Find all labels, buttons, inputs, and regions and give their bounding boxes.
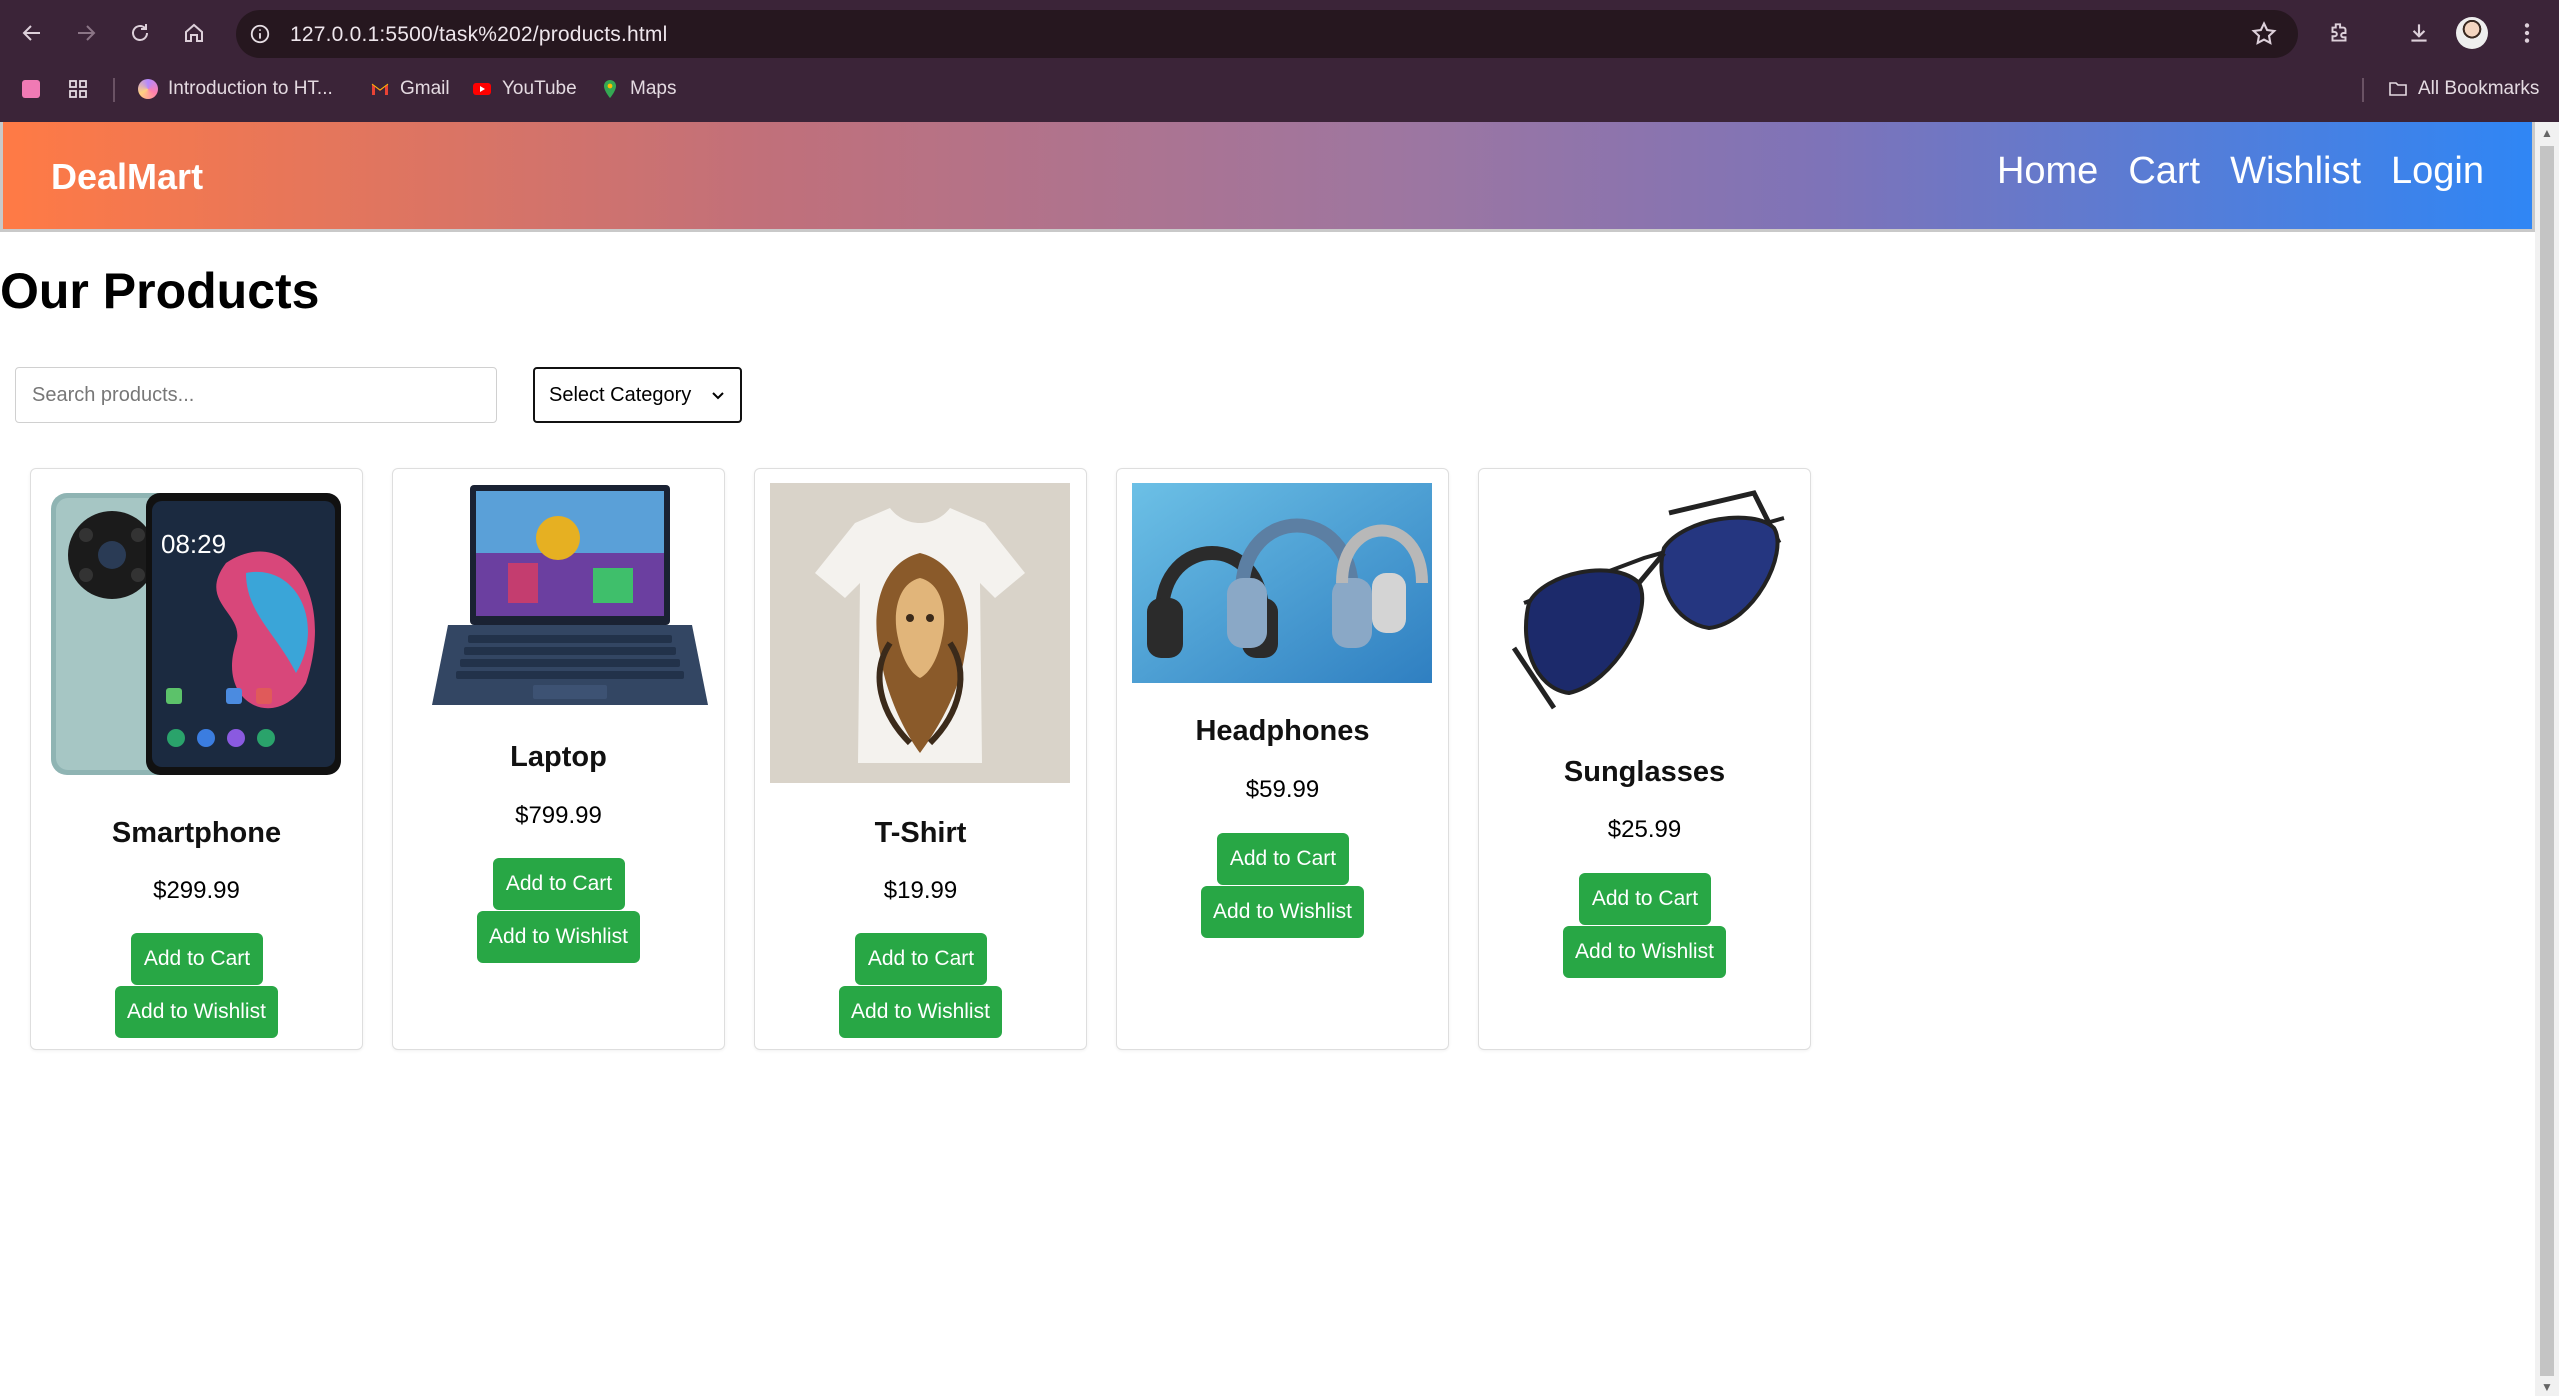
site-brand[interactable]: DealMart [51,156,203,198]
profile-avatar[interactable] [2456,17,2488,49]
site-info-icon[interactable] [246,20,274,48]
product-card-tshirt: T-Shirt $19.99 Add to Cart Add to Wishli… [754,468,1087,1050]
add-to-cart-button[interactable]: Add to Cart [493,858,625,910]
add-to-wishlist-button[interactable]: Add to Wishlist [1201,886,1364,938]
back-icon[interactable] [14,15,50,51]
svg-text:08:29: 08:29 [161,529,226,559]
product-price: $799.99 [515,802,602,829]
bookmark-separator [2362,78,2364,102]
add-to-wishlist-button[interactable]: Add to Wishlist [115,986,278,1038]
url-text[interactable]: 127.0.0.1:5500/task%202/products.html [290,23,667,47]
chevron-down-icon [712,392,724,400]
bookmark-star-icon[interactable] [2250,20,2278,48]
product-card-laptop: Laptop $799.99 Add to Cart Add to Wishli… [392,468,725,1050]
nav-login-link[interactable]: Login [2391,150,2484,193]
bookmark-intro-html[interactable]: Introduction to HT... [138,76,333,102]
product-price: $59.99 [1245,776,1320,803]
search-input[interactable] [15,367,497,423]
bookmark-label: Gmail [400,78,450,99]
address-bar[interactable]: 127.0.0.1:5500/task%202/products.html [236,10,2298,58]
headphones-image [1132,483,1432,683]
download-icon[interactable] [2402,16,2436,50]
add-to-cart-button[interactable]: Add to Cart [1579,873,1711,925]
gmail-icon [371,83,389,95]
product-name: Headphones [1195,715,1370,747]
folder-icon [2389,82,2407,96]
bookmark-separator [113,78,115,102]
bookmark-label: Introduction to HT... [168,78,333,99]
all-bookmarks-label: All Bookmarks [2418,78,2540,99]
product-price: $19.99 [883,877,958,904]
product-name: Laptop [510,741,607,773]
smartphone-image: 08:29 [46,483,346,783]
nav-home-link[interactable]: Home [1997,150,2098,193]
apps-grid-icon[interactable] [68,76,88,102]
add-to-wishlist-button[interactable]: Add to Wishlist [1563,926,1726,978]
home-icon[interactable] [176,15,212,51]
add-to-wishlist-button[interactable]: Add to Wishlist [839,986,1002,1038]
add-to-cart-button[interactable]: Add to Cart [131,933,263,985]
product-name: T-Shirt [874,817,967,849]
add-to-cart-button[interactable]: Add to Cart [855,933,987,985]
tab-group-icon[interactable] [22,76,40,102]
site-favicon-icon [138,79,158,99]
nav-wishlist-link[interactable]: Wishlist [2230,150,2361,193]
sunglasses-image [1494,483,1794,723]
browser-toolbar: 127.0.0.1:5500/task%202/products.html [0,0,2559,66]
tshirt-image [770,483,1070,783]
add-to-wishlist-button[interactable]: Add to Wishlist [477,911,640,963]
category-select-value: Select Category [549,383,692,406]
nav-cart-link[interactable]: Cart [2128,150,2200,193]
product-price: $25.99 [1607,816,1682,843]
page-viewport: DealMart Home Cart Wishlist Login Our Pr… [0,122,2535,1396]
bookmark-gmail[interactable]: Gmail [370,76,450,102]
browser-chrome: 127.0.0.1:5500/task%202/products.html In… [0,0,2559,122]
extensions-icon[interactable] [2322,16,2356,50]
scroll-up-icon[interactable]: ▲ [2540,126,2554,140]
laptop-image [408,483,708,711]
product-name: Smartphone [111,817,282,849]
add-to-cart-button[interactable]: Add to Cart [1217,833,1349,885]
category-select[interactable]: Select Category [533,367,742,423]
site-navbar: DealMart Home Cart Wishlist Login [0,122,2535,232]
more-menu-icon[interactable] [2510,16,2544,50]
product-card-sunglasses: Sunglasses $25.99 Add to Cart Add to Wis… [1478,468,1811,1050]
product-price: $299.99 [153,877,240,904]
forward-icon[interactable] [68,15,104,51]
all-bookmarks[interactable]: All Bookmarks [2388,76,2539,102]
reload-icon[interactable] [122,15,158,51]
bookmark-maps[interactable]: Maps [600,76,676,102]
product-card-smartphone: 08:29 Smartphone $299.99 Add to Cart Add… [30,468,363,1050]
bookmark-label: YouTube [502,78,577,99]
product-name: Sunglasses [1563,756,1726,788]
product-card-headphones: Headphones $59.99 Add to Cart Add to Wis… [1116,468,1449,1050]
scroll-down-icon[interactable]: ▼ [2540,1380,2554,1394]
youtube-icon [473,83,491,95]
page-title: Our Products [0,263,320,319]
bookmark-youtube[interactable]: YouTube [472,76,577,102]
bookmark-label: Maps [630,78,677,99]
nav-links: Home Cart Wishlist Login [1997,150,2484,193]
maps-pin-icon [604,80,616,98]
scrollbar-thumb[interactable] [2540,146,2554,1376]
bookmarks-bar: Introduction to HT... Gmail YouTube Maps… [0,68,2559,110]
